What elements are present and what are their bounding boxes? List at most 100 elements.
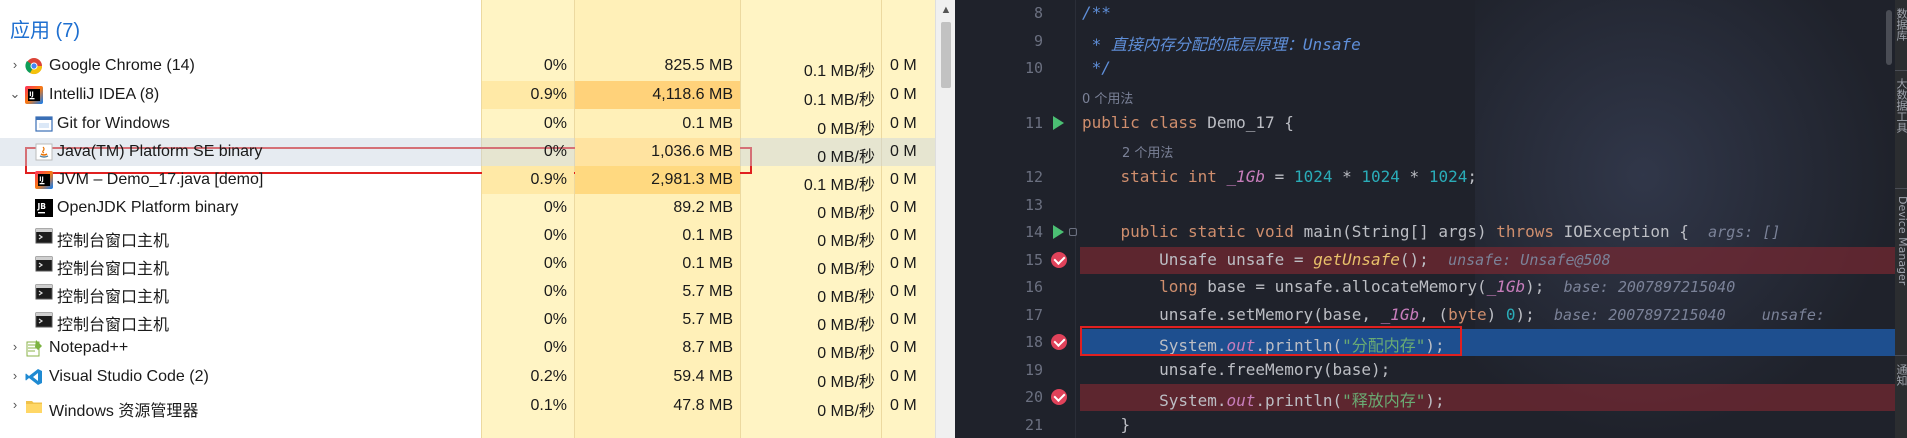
process-name: OpenJDK Platform binary	[57, 199, 239, 216]
network-value: 0 M	[890, 115, 917, 132]
code-token: 直接内存分配的底层原理：	[1110, 34, 1303, 54]
tool-big-data-tools[interactable]: 大数据工具	[1893, 78, 1907, 133]
usage-hint-line[interactable]: 0 个用法	[955, 83, 1895, 110]
network-value: 0 M	[890, 199, 917, 216]
code-token: Unsafe unsafe =	[1082, 249, 1314, 269]
disk-value: 0 MB/秒	[817, 261, 875, 278]
code-token: */	[1082, 58, 1111, 77]
network-value: 0 M	[890, 368, 917, 385]
editor-scrollbar[interactable]	[1885, 0, 1893, 438]
disk-value: 0 MB/秒	[817, 205, 875, 222]
breakpoint-icon[interactable]	[1051, 334, 1067, 350]
process-row[interactable]: ⌄ IJ IntelliJ IDEA (8) 0.9% 4,118.6 MB 0.1 MB…	[0, 81, 935, 109]
chevron-right-icon[interactable]: ›	[8, 397, 22, 412]
tool-device-manager[interactable]: Device Manager	[1893, 196, 1907, 285]
process-row[interactable]: › Visual Studio Code (2) 0.2% 59.4 MB 0 MB/秒…	[0, 363, 935, 391]
code-line[interactable]: 19 unsafe.freeMemory(base);	[955, 357, 1895, 384]
code-line[interactable]: 8 /**	[955, 0, 1895, 27]
right-tool-strip: 数据库 大数据工具 Device Manager 通知	[1895, 0, 1907, 438]
chrome-icon	[25, 57, 43, 75]
code-line[interactable]: 10 */	[955, 55, 1895, 82]
process-name: Notepad++	[49, 339, 129, 356]
console-icon	[35, 227, 53, 245]
process-name: Google Chrome (14)	[49, 57, 195, 74]
scroll-up-icon[interactable]: ▲	[936, 0, 955, 20]
memory-value: 59.4 MB	[673, 368, 733, 385]
chevron-right-icon[interactable]: ›	[8, 339, 22, 354]
chevron-down-icon[interactable]: ⌄	[8, 86, 22, 102]
chevron-right-icon[interactable]: ›	[8, 368, 22, 383]
code-token: public static void	[1120, 222, 1304, 241]
code-token: base: 2007897215040 unsafe:	[1554, 305, 1834, 324]
disk-value: 0 MB/秒	[817, 149, 875, 166]
code-line[interactable]: 11 public class Demo_17 {	[955, 110, 1895, 137]
code-line[interactable]: 20 System.out.println("释放内存");	[1025, 384, 1895, 411]
process-row[interactable]: Git for Windows 0% 0.1 MB 0 MB/秒 0 M	[0, 110, 935, 138]
network-value: 0 M	[890, 227, 917, 244]
process-list-scrollbar[interactable]: ▲	[935, 0, 955, 438]
code-text: System.out.println("释放内存");	[1082, 387, 1445, 411]
code-text: * 直接内存分配的底层原理：Unsafe	[1082, 31, 1361, 55]
code-token: 1024	[1361, 167, 1400, 186]
code-line[interactable]: 13	[955, 192, 1895, 219]
run-gutter-icon[interactable]	[1053, 225, 1064, 239]
process-row[interactable]: IJ JVM – Demo_17.java [demo] 0.9% 2,981.3 M…	[0, 166, 935, 194]
memory-value: 0.1 MB	[682, 227, 733, 244]
code-text: /**	[1082, 3, 1111, 22]
line-number: 11	[1024, 113, 1043, 132]
disk-value: 0 MB/秒	[817, 233, 875, 250]
usage-hint-line[interactable]: 2 个用法	[955, 137, 1895, 164]
process-row[interactable]: 控制台窗口主机 0% 5.7 MB 0 MB/秒 0 M	[0, 278, 935, 306]
breakpoint-icon[interactable]	[1051, 389, 1067, 405]
process-row[interactable]: 控制台窗口主机 0% 0.1 MB 0 MB/秒 0 M	[0, 250, 935, 278]
code-line[interactable]: 14 public static void main(String[] args…	[955, 219, 1895, 246]
code-line[interactable]: 16 long base = unsafe.allocateMemory(_1G…	[955, 274, 1895, 301]
breakpoint-icon[interactable]	[1051, 251, 1067, 268]
usage-count[interactable]: 2 个用法	[1122, 142, 1173, 161]
code-token: /**	[1082, 3, 1111, 22]
cpu-value: 0%	[543, 115, 567, 132]
line-number: 16	[1024, 278, 1043, 296]
cpu-value: 0.1%	[530, 397, 567, 414]
code-line[interactable]: 9 * 直接内存分配的底层原理：Unsafe	[955, 28, 1895, 55]
process-name: Visual Studio Code (2)	[49, 368, 209, 385]
apps-group-header[interactable]: 应用 (7)	[10, 14, 80, 43]
fold-icon[interactable]	[1069, 228, 1077, 236]
tool-notifications[interactable]: 通知	[1893, 364, 1907, 386]
process-row[interactable]: 控制台窗口主机 0% 0.1 MB 0 MB/秒 0 M	[0, 222, 935, 250]
network-value: 0 M	[890, 397, 917, 414]
code-token: IOException {	[1563, 222, 1709, 241]
process-row[interactable]: Java(TM) Platform SE binary 0% 1,036.6 MB 0…	[0, 138, 935, 166]
intellij-icon: IJ	[35, 171, 53, 189]
process-name: IntelliJ IDEA (8)	[49, 86, 160, 103]
run-gutter-icon[interactable]	[1053, 115, 1064, 130]
code-line[interactable]: 15 Unsafe unsafe = getUnsafe(); unsafe: …	[1025, 246, 1895, 274]
code-text: */	[1082, 58, 1111, 77]
process-row[interactable]: › Google Chrome (14) 0% 825.5 MB 0.1 MB/秒 0 M	[0, 52, 935, 80]
disk-value: 0.1 MB/秒	[803, 92, 875, 109]
line-number: 13	[1024, 195, 1043, 214]
process-row[interactable]: JB OpenJDK Platform binary 0% 89.2 MB 0 MB/秒…	[0, 194, 935, 222]
console-icon	[35, 283, 53, 301]
line-number: 20	[1024, 388, 1043, 406]
scrollbar-thumb[interactable]	[941, 22, 951, 88]
cpu-value: 0.9%	[530, 171, 567, 188]
code-line[interactable]: 21 }	[955, 412, 1895, 438]
network-value: 0 M	[890, 255, 917, 272]
code-token: unsafe: Unsafe@508	[1448, 250, 1611, 269]
chevron-right-icon[interactable]: ›	[8, 57, 22, 72]
tool-database[interactable]: 数据库	[1893, 8, 1907, 41]
process-row[interactable]: › Notepad++ 0% 8.7 MB 0 MB/秒 0 M	[0, 334, 935, 362]
cpu-value: 0%	[543, 199, 567, 216]
process-name: Windows 资源管理器	[49, 403, 199, 420]
process-name: JVM – Demo_17.java [demo]	[57, 171, 264, 188]
code-token: base = unsafe.allocateMemory(	[1207, 277, 1487, 296]
editor-scrollbar-thumb[interactable]	[1886, 10, 1892, 65]
usage-count[interactable]: 0 个用法	[1082, 88, 1133, 107]
process-row[interactable]: › Windows 资源管理器 0.1% 47.8 MB 0 MB/秒 0 M	[0, 392, 935, 420]
cpu-value: 0%	[543, 311, 567, 328]
code-line[interactable]: 17 unsafe.setMemory(base, _1Gb, (byte) 0…	[955, 302, 1895, 329]
code-line[interactable]: 12 static int _1Gb = 1024 * 1024 * 1024;	[955, 164, 1895, 191]
code-token: .println(	[1255, 391, 1343, 410]
process-row[interactable]: 控制台窗口主机 0% 5.7 MB 0 MB/秒 0 M	[0, 306, 935, 334]
